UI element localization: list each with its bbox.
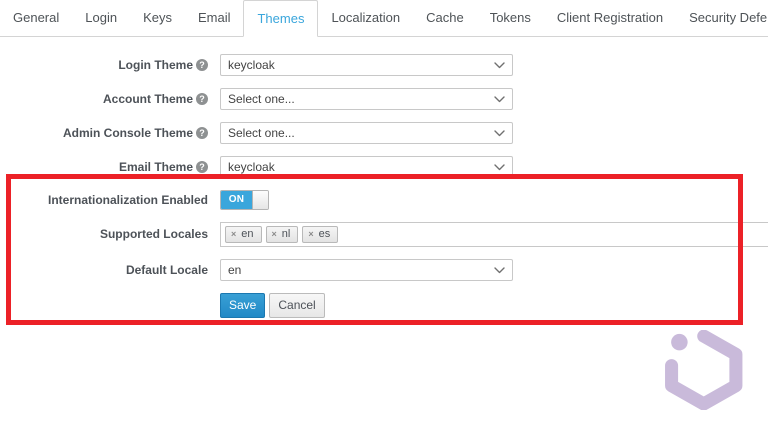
hexagon-brand-logo: [658, 330, 746, 410]
admin-console-theme-label-text: Admin Console Theme: [63, 126, 193, 140]
email-theme-control: keycloak: [220, 156, 513, 178]
default-locale-select[interactable]: en: [220, 259, 513, 281]
chevron-down-icon: [494, 96, 505, 103]
internationalization-label-text: Internationalization Enabled: [48, 193, 208, 207]
tab-localization[interactable]: Localization: [318, 0, 413, 36]
admin-console-theme-control: Select one...: [220, 122, 513, 144]
help-icon[interactable]: ?: [196, 59, 208, 71]
actions-spacer: [0, 293, 208, 318]
login-theme-row: Login Theme? keycloak: [0, 54, 768, 76]
chevron-down-icon: [494, 267, 505, 274]
help-icon[interactable]: ?: [196, 161, 208, 173]
tab-keys[interactable]: Keys: [130, 0, 185, 36]
default-locale-row: Default Locale en: [0, 259, 768, 281]
admin-console-theme-select[interactable]: Select one...: [220, 122, 513, 144]
help-icon[interactable]: ?: [196, 127, 208, 139]
email-theme-row: Email Theme? keycloak: [0, 156, 768, 178]
locale-chip-es[interactable]: × es: [302, 226, 338, 243]
tab-bar: General Login Keys Email Themes Localiza…: [0, 0, 768, 37]
admin-console-theme-row: Admin Console Theme? Select one...: [0, 122, 768, 144]
default-locale-control: en: [220, 259, 513, 281]
internationalization-label: Internationalization Enabled: [0, 190, 208, 210]
locale-chip-label: en: [241, 228, 253, 240]
tab-tokens[interactable]: Tokens: [477, 0, 544, 36]
remove-x-icon[interactable]: ×: [308, 230, 313, 239]
help-icon[interactable]: ?: [196, 93, 208, 105]
supported-locales-label-text: Supported Locales: [100, 227, 208, 241]
chevron-down-icon: [494, 62, 505, 69]
email-theme-label-text: Email Theme: [119, 160, 193, 174]
account-theme-select[interactable]: Select one...: [220, 88, 513, 110]
internationalization-control: ON: [220, 190, 269, 210]
default-locale-value: en: [228, 263, 241, 277]
toggle-on-label: ON: [221, 191, 252, 209]
actions-row: Save Cancel: [0, 293, 768, 318]
themes-settings-form: Login Theme? keycloak Account Theme? Sel…: [0, 37, 768, 318]
supported-locales-input[interactable]: × en × nl × es: [220, 222, 768, 247]
locale-chip-label: es: [319, 228, 331, 240]
tab-security-defenses[interactable]: Security Defenses: [676, 0, 768, 36]
tab-login[interactable]: Login: [72, 0, 130, 36]
account-theme-control: Select one...: [220, 88, 513, 110]
remove-x-icon[interactable]: ×: [231, 230, 236, 239]
default-locale-label: Default Locale: [0, 259, 208, 281]
remove-x-icon[interactable]: ×: [272, 230, 277, 239]
login-theme-label-text: Login Theme: [118, 58, 193, 72]
email-theme-select[interactable]: keycloak: [220, 156, 513, 178]
login-theme-value: keycloak: [228, 58, 275, 72]
supported-locales-control: × en × nl × es: [220, 222, 768, 247]
account-theme-value: Select one...: [228, 92, 295, 106]
login-theme-control: keycloak: [220, 54, 513, 76]
account-theme-label: Account Theme?: [0, 88, 208, 110]
locale-chip-nl[interactable]: × nl: [266, 226, 299, 243]
actions-control: Save Cancel: [220, 293, 325, 318]
account-theme-label-text: Account Theme: [103, 92, 193, 106]
tab-email[interactable]: Email: [185, 0, 244, 36]
locale-chip-label: nl: [282, 228, 291, 240]
toggle-handle[interactable]: [252, 191, 268, 209]
email-theme-value: keycloak: [228, 160, 275, 174]
email-theme-label: Email Theme?: [0, 156, 208, 178]
cancel-button[interactable]: Cancel: [269, 293, 324, 318]
locale-chip-en[interactable]: × en: [225, 226, 262, 243]
tab-cache[interactable]: Cache: [413, 0, 477, 36]
account-theme-row: Account Theme? Select one...: [0, 88, 768, 110]
admin-console-theme-label: Admin Console Theme?: [0, 122, 208, 144]
chevron-down-icon: [494, 130, 505, 137]
login-theme-select[interactable]: keycloak: [220, 54, 513, 76]
tab-themes[interactable]: Themes: [243, 0, 318, 37]
tab-general[interactable]: General: [0, 0, 72, 36]
supported-locales-row: Supported Locales × en × nl × es: [0, 222, 768, 247]
login-theme-label: Login Theme?: [0, 54, 208, 76]
internationalization-toggle[interactable]: ON: [220, 190, 269, 210]
save-button[interactable]: Save: [220, 293, 265, 318]
default-locale-label-text: Default Locale: [126, 263, 208, 277]
chevron-down-icon: [494, 164, 505, 171]
internationalization-row: Internationalization Enabled ON: [0, 190, 768, 210]
hexagon-logo-dot: [671, 334, 688, 351]
tab-client-registration[interactable]: Client Registration: [544, 0, 676, 36]
supported-locales-label: Supported Locales: [0, 222, 208, 247]
admin-console-theme-value: Select one...: [228, 126, 295, 140]
